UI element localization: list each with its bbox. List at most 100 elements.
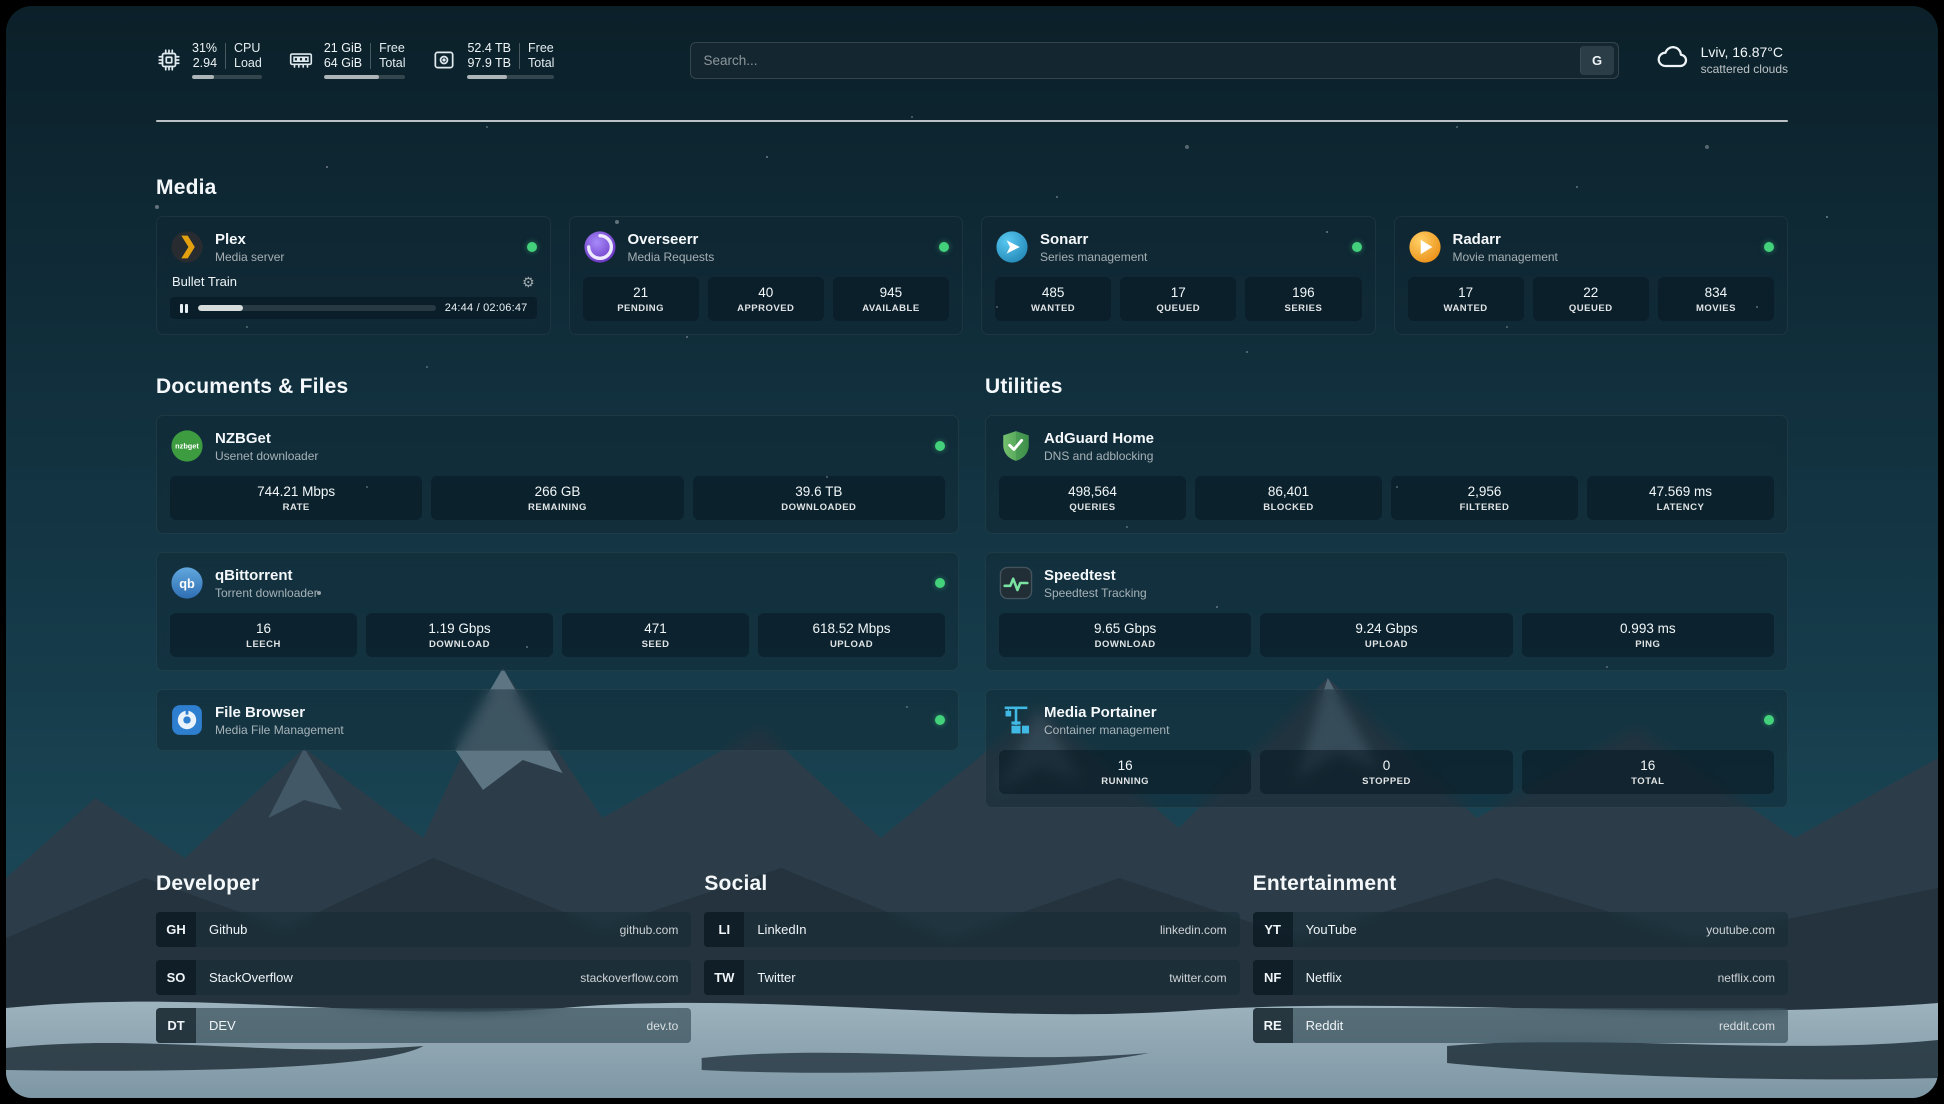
weather-cloud-icon bbox=[1655, 44, 1691, 76]
disk-free-label: Free bbox=[528, 41, 554, 56]
service-title-block: File Browser Media File Management bbox=[215, 704, 344, 737]
stat: 945AVAILABLE bbox=[833, 277, 949, 321]
service-name: NZBGet bbox=[215, 430, 318, 447]
service-name: File Browser bbox=[215, 704, 344, 721]
stat: 1.19 GbpsDOWNLOAD bbox=[366, 613, 553, 657]
service-card-overseerr[interactable]: Overseerr Media Requests 21PENDING 40APP… bbox=[569, 216, 964, 335]
stat: 47.569 msLATENCY bbox=[1587, 476, 1774, 520]
service-subtitle: Media server bbox=[215, 250, 284, 264]
memory-free-label: Free bbox=[379, 41, 405, 56]
media-group: Plex Media server Bullet Train ⚙ 24:44 /… bbox=[156, 216, 1788, 335]
stat-value: 1.19 Gbps bbox=[370, 621, 549, 636]
service-stats: 744.21 MbpsRATE 266 GBREMAINING 39.6 TBD… bbox=[170, 476, 945, 520]
stat: 498,564QUERIES bbox=[999, 476, 1186, 520]
gear-icon[interactable]: ⚙ bbox=[522, 275, 535, 289]
playback-progress-track[interactable] bbox=[198, 305, 436, 311]
service-card-filebrowser[interactable]: File Browser Media File Management bbox=[156, 689, 959, 751]
disk-widget: 52.4 TB 97.9 TB Free Total bbox=[431, 41, 554, 79]
service-card-radarr[interactable]: Radarr Movie management 17WANTED 22QUEUE… bbox=[1394, 216, 1789, 335]
stat-value: 9.65 Gbps bbox=[1003, 621, 1247, 636]
disk-free-value: 52.4 TB bbox=[467, 41, 511, 56]
service-name: Overseerr bbox=[628, 231, 715, 248]
memory-free-value: 21 GiB bbox=[324, 41, 362, 56]
bookmark-abbr: TW bbox=[704, 960, 744, 995]
service-subtitle: DNS and adblocking bbox=[1044, 449, 1154, 463]
documents-group: Documents & Files nzbget NZBGet Usenet d… bbox=[156, 375, 959, 769]
search-input[interactable] bbox=[691, 53, 1579, 68]
stat: 834MOVIES bbox=[1658, 277, 1774, 321]
service-card-qbittorrent[interactable]: qb qBittorrent Torrent downloader 16LEEC… bbox=[156, 552, 959, 671]
nzbget-icon: nzbget bbox=[170, 429, 204, 463]
disk-progress-bar bbox=[467, 75, 554, 79]
stat-label: WANTED bbox=[999, 303, 1107, 314]
service-title-block: Media Portainer Container management bbox=[1044, 704, 1169, 737]
bookmark-abbr: GH bbox=[156, 912, 196, 947]
bookmark-abbr: NF bbox=[1253, 960, 1293, 995]
bookmark-name: Github bbox=[209, 922, 247, 937]
status-dot bbox=[1352, 242, 1362, 252]
disk-total-value: 97.9 TB bbox=[467, 56, 511, 71]
pause-icon[interactable] bbox=[179, 304, 189, 313]
bookmark-stackoverflow[interactable]: SO StackOverflow stackoverflow.com bbox=[156, 960, 691, 995]
stat-label: APPROVED bbox=[712, 303, 820, 314]
service-card-portainer[interactable]: Media Portainer Container management 16R… bbox=[985, 689, 1788, 808]
bookmark-twitter[interactable]: TW Twitter twitter.com bbox=[704, 960, 1239, 995]
stat: 22QUEUED bbox=[1533, 277, 1649, 321]
stat: 9.24 GbpsUPLOAD bbox=[1260, 613, 1512, 657]
stat-value: 86,401 bbox=[1199, 484, 1378, 499]
plex-player-bar: 24:44 / 02:06:47 bbox=[170, 297, 537, 319]
service-name: Radarr bbox=[1453, 231, 1558, 248]
bookmark-github[interactable]: GH Github github.com bbox=[156, 912, 691, 947]
stat-label: QUEUED bbox=[1124, 303, 1232, 314]
service-stats: 21PENDING 40APPROVED 945AVAILABLE bbox=[583, 277, 950, 321]
portainer-icon bbox=[999, 703, 1033, 737]
search-provider-button[interactable]: G bbox=[1580, 46, 1614, 75]
stat: 17WANTED bbox=[1408, 277, 1524, 321]
service-title-block: AdGuard Home DNS and adblocking bbox=[1044, 430, 1154, 463]
stat: 16RUNNING bbox=[999, 750, 1251, 794]
bookmark-domain: stackoverflow.com bbox=[580, 971, 678, 985]
service-stats: 16LEECH 1.19 GbpsDOWNLOAD 471SEED 618.52… bbox=[170, 613, 945, 657]
service-card-adguard[interactable]: AdGuard Home DNS and adblocking 498,564Q… bbox=[985, 415, 1788, 534]
bookmark-netflix[interactable]: NF Netflix netflix.com bbox=[1253, 960, 1788, 995]
weather-condition: scattered clouds bbox=[1701, 62, 1788, 76]
bookmark-group-developer: Developer GH Github github.com SO StackO… bbox=[156, 872, 691, 1056]
service-subtitle: Speedtest Tracking bbox=[1044, 586, 1147, 600]
stat-value: 485 bbox=[999, 285, 1107, 300]
bookmark-name: Reddit bbox=[1306, 1018, 1344, 1033]
snow-star-specks bbox=[6, 6, 8, 8]
bookmark-group-entertainment: Entertainment YT YouTube youtube.com NF … bbox=[1253, 872, 1788, 1056]
service-card-sonarr[interactable]: Sonarr Series management 485WANTED 17QUE… bbox=[981, 216, 1376, 335]
stat-label: FILTERED bbox=[1395, 502, 1574, 513]
stat: 21PENDING bbox=[583, 277, 699, 321]
section-title-entertainment: Entertainment bbox=[1253, 872, 1788, 896]
bookmark-group-social: Social LI LinkedIn linkedin.com TW Twitt… bbox=[704, 872, 1239, 1056]
service-subtitle: Media File Management bbox=[215, 723, 344, 737]
service-subtitle: Movie management bbox=[1453, 250, 1558, 264]
speedtest-icon bbox=[999, 566, 1033, 600]
service-subtitle: Media Requests bbox=[628, 250, 715, 264]
bookmark-linkedin[interactable]: LI LinkedIn linkedin.com bbox=[704, 912, 1239, 947]
bookmark-domain: youtube.com bbox=[1706, 923, 1775, 937]
service-subtitle: Series management bbox=[1040, 250, 1147, 264]
service-header: Speedtest Speedtest Tracking bbox=[999, 566, 1774, 600]
playback-time: 24:44 / 02:06:47 bbox=[445, 302, 528, 314]
bookmark-dev[interactable]: DT DEV dev.to bbox=[156, 1008, 691, 1043]
service-card-nzbget[interactable]: nzbget NZBGet Usenet downloader 744.21 M… bbox=[156, 415, 959, 534]
stat: 2,956 FILTERED bbox=[1391, 476, 1578, 520]
status-dot bbox=[1764, 715, 1774, 725]
stat: 0.993 msPING bbox=[1522, 613, 1774, 657]
stat-value: 2,956 bbox=[1395, 484, 1574, 499]
adguard-icon bbox=[999, 429, 1033, 463]
service-card-speedtest[interactable]: Speedtest Speedtest Tracking 9.65 GbpsDO… bbox=[985, 552, 1788, 671]
service-card-plex[interactable]: Plex Media server Bullet Train ⚙ 24:44 /… bbox=[156, 216, 551, 335]
section-title-media: Media bbox=[156, 176, 1788, 200]
bookmark-domain: dev.to bbox=[647, 1019, 679, 1033]
bookmark-youtube[interactable]: YT YouTube youtube.com bbox=[1253, 912, 1788, 947]
stat-label: AVAILABLE bbox=[837, 303, 945, 314]
stat-label: REMAINING bbox=[435, 502, 679, 513]
stat-value: 16 bbox=[1003, 758, 1247, 773]
bookmark-reddit[interactable]: RE Reddit reddit.com bbox=[1253, 1008, 1788, 1043]
service-header: Plex Media server bbox=[170, 230, 537, 264]
stat-value: 471 bbox=[566, 621, 745, 636]
